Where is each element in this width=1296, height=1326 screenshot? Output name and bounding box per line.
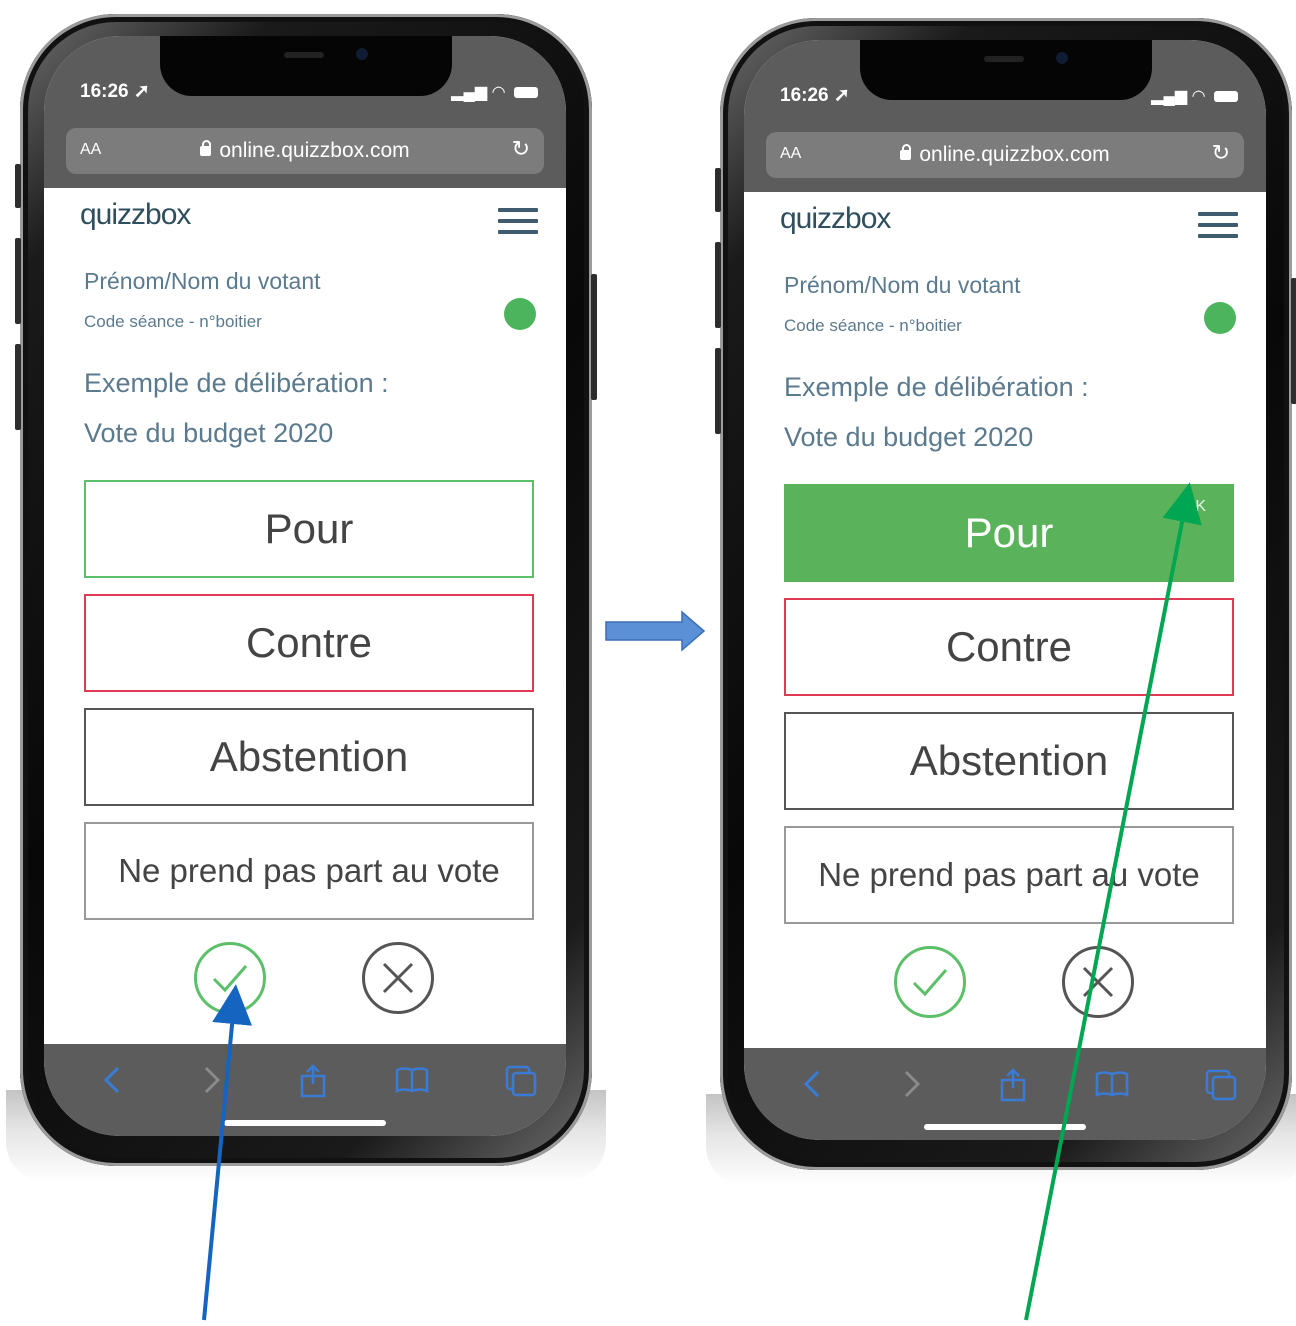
pointer-arrow-blue bbox=[202, 984, 253, 1321]
annotation-layer bbox=[202, 482, 1202, 1321]
pointer-arrow-green bbox=[1024, 482, 1202, 1321]
